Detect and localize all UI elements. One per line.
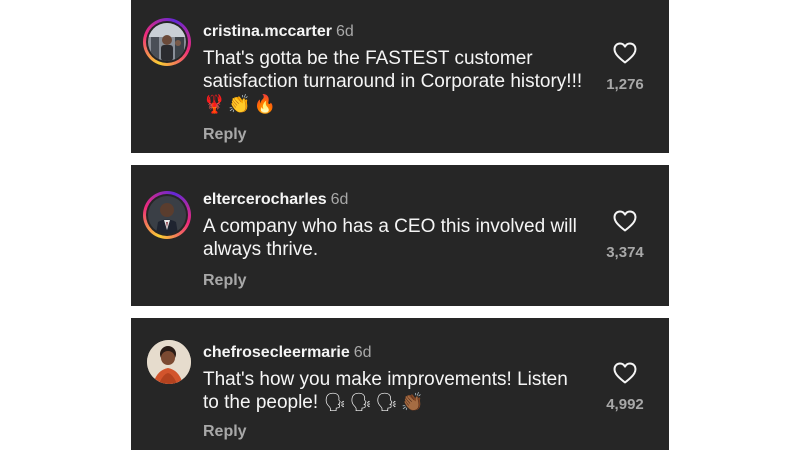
comment-header: chefrosecleermarie 6d bbox=[203, 343, 372, 363]
avatar-photo bbox=[148, 196, 186, 234]
comment-text: That's gotta be the FASTEST customer sat… bbox=[203, 47, 583, 116]
like-count: 1,276 bbox=[606, 76, 644, 93]
like-column: 1,276 bbox=[595, 42, 655, 93]
comment-text: That's how you make improvements! Listen… bbox=[203, 368, 583, 414]
comment-body: That's gotta be the FASTEST customer sat… bbox=[203, 48, 583, 92]
avatar-photo bbox=[147, 340, 191, 384]
comment-text: A company who has a CEO this involved wi… bbox=[203, 215, 583, 261]
like-count: 4,992 bbox=[606, 396, 644, 413]
reply-button[interactable]: Reply bbox=[203, 126, 247, 144]
like-column: 4,992 bbox=[595, 362, 655, 413]
username[interactable]: cristina.mccarter bbox=[203, 23, 332, 40]
heart-outline-icon[interactable] bbox=[613, 362, 637, 384]
like-count: 3,374 bbox=[606, 244, 644, 261]
comment-card: chefrosecleermarie 6d That's how you make… bbox=[131, 318, 669, 450]
avatar[interactable] bbox=[143, 191, 191, 239]
comment-emojis: 🗣🗣🗣👏🏾 bbox=[323, 392, 427, 412]
username[interactable]: chefrosecleermarie bbox=[203, 344, 350, 361]
comment-card: eltercerocharles 6d A company who has a C… bbox=[131, 165, 669, 306]
like-column: 3,374 bbox=[595, 210, 655, 261]
timestamp: 6d bbox=[330, 191, 349, 208]
comment-emojis: 🦞👏🔥 bbox=[203, 94, 280, 114]
reply-button[interactable]: Reply bbox=[203, 272, 247, 290]
comment-header: cristina.mccarter 6d bbox=[203, 22, 354, 42]
timestamp: 6d bbox=[353, 344, 372, 361]
heart-outline-icon[interactable] bbox=[613, 42, 637, 64]
heart-outline-icon[interactable] bbox=[613, 210, 637, 232]
avatar[interactable] bbox=[143, 18, 191, 66]
reply-button[interactable]: Reply bbox=[203, 423, 247, 441]
timestamp: 6d bbox=[335, 23, 354, 40]
username[interactable]: eltercerocharles bbox=[203, 191, 327, 208]
comment-card: cristina.mccarter 6d That's gotta be the … bbox=[131, 0, 669, 153]
comment-body: A company who has a CEO this involved wi… bbox=[203, 216, 577, 260]
avatar[interactable] bbox=[147, 340, 191, 384]
avatar-photo bbox=[148, 23, 186, 61]
comment-header: eltercerocharles 6d bbox=[203, 190, 348, 210]
